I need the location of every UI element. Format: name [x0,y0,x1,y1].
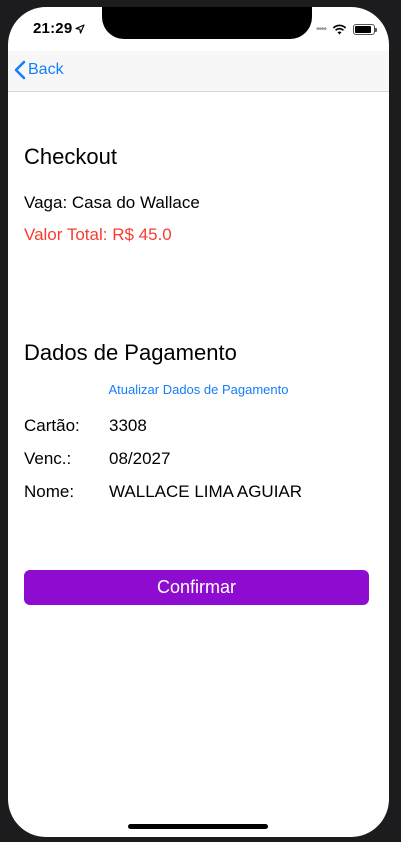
status-bar-icons: •••• [315,22,377,36]
expiry-row: Venc.: 08/2027 [24,449,170,469]
navigation-bar: Back [8,51,389,92]
location-arrow-icon [75,24,85,34]
vaga-row: Vaga: Casa do Wallace [24,193,200,213]
device-notch [102,7,312,39]
card-value: 3308 [109,416,147,435]
total-label: Valor Total: [24,225,108,244]
app-screen: 21:29 •••• Back Checkout Vaga: Casa do W… [8,7,389,837]
card-row: Cartão: 3308 [24,416,147,436]
name-row: Nome: WALLACE LIMA AGUIAR [24,482,302,502]
wifi-icon [332,24,347,34]
status-time-text: 21:29 [33,20,73,37]
back-button[interactable]: Back [14,60,64,80]
vaga-label: Vaga: [24,193,68,212]
name-label: Nome: [24,482,75,501]
name-value: WALLACE LIMA AGUIAR [109,482,303,501]
expiry-label: Venc.: [24,449,72,468]
back-button-label: Back [28,61,64,78]
chevron-left-icon [14,60,26,80]
payment-title: Dados de Pagamento [24,340,237,365]
checkout-title: Checkout [24,144,117,169]
home-indicator [128,824,268,829]
update-payment-link[interactable]: Atualizar Dados de Pagamento [8,382,389,397]
vaga-value: Casa do Wallace [71,193,200,212]
card-label: Cartão: [24,416,80,435]
total-value: R$ 45.0 [112,225,172,244]
total-row: Valor Total: R$ 45.0 [24,225,172,245]
status-bar-time: 21:29 [33,20,85,37]
battery-icon [353,23,377,35]
expiry-value: 08/2027 [109,449,171,468]
signal-icon: •••• [315,23,327,35]
device-frame: 21:29 •••• Back Checkout Vaga: Casa do W… [0,0,401,842]
confirm-button[interactable]: Confirmar [24,570,369,605]
